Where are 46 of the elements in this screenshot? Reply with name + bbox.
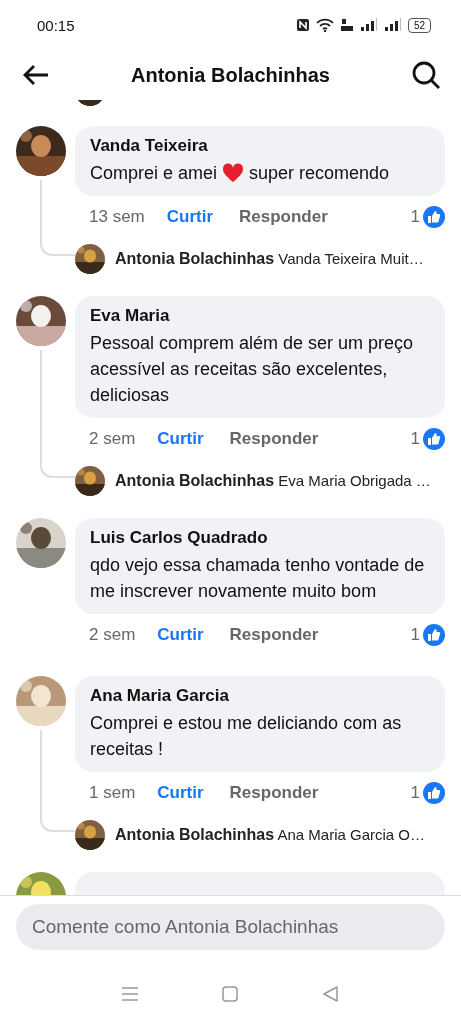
like-link[interactable]: Curtir xyxy=(157,783,204,804)
like-link[interactable]: Curtir xyxy=(157,625,204,646)
reply-link[interactable]: Responder xyxy=(229,625,319,646)
search-icon[interactable] xyxy=(411,60,441,90)
comment-author: Vanda Teixeira xyxy=(90,136,209,157)
reply-link[interactable]: Responder xyxy=(239,207,328,228)
back-arrow-icon[interactable] xyxy=(22,63,50,87)
signal-icon xyxy=(383,18,402,32)
back-triangle-icon[interactable] xyxy=(321,985,340,1003)
comment-time: 2 sem xyxy=(89,429,136,450)
comment-time: 13 sem xyxy=(89,207,145,228)
comment-text: Comprei e estou me deliciando com as receitas ! xyxy=(90,712,403,762)
comment-text: Comprei e amei xyxy=(90,162,218,186)
comment-input[interactable]: Comente como Antonia Bolachinhas xyxy=(16,904,445,950)
reply-preview[interactable]: Antonia Bolachinhas Vanda Teixeira Muit… xyxy=(115,250,424,269)
nfc-icon xyxy=(295,18,310,32)
reaction-count: 1 xyxy=(410,625,420,646)
comment-author: Ana Maria Garcia xyxy=(90,686,230,707)
thumbs-up-icon xyxy=(423,428,445,451)
thumbs-up-icon xyxy=(423,624,445,647)
reaction-count: 1 xyxy=(410,783,420,804)
signal-icon xyxy=(359,18,378,32)
comment-text: Pessoal comprem além de ser um preço acessível as receitas são excelentes, deliciosas xyxy=(90,332,415,408)
comment-author: Eva Maria xyxy=(90,306,171,327)
comment-time: 1 sem xyxy=(89,783,136,804)
page-title: Antonia Bolachinhas xyxy=(131,63,330,87)
like-link[interactable]: Curtir xyxy=(166,207,214,228)
reply-preview[interactable]: Antonia Bolachinhas Ana Maria Garcia O… xyxy=(115,826,425,845)
home-square-icon[interactable] xyxy=(221,985,240,1003)
comment-time: 2 sem xyxy=(89,625,136,646)
thumbs-up-icon xyxy=(423,782,445,805)
battery-indicator: 52 xyxy=(407,17,431,33)
reply-link[interactable]: Responder xyxy=(229,429,319,450)
thumbs-up-icon xyxy=(423,206,445,229)
reply-link[interactable]: Responder xyxy=(229,783,319,804)
reply-preview[interactable]: Antonia Bolachinhas Eva Maria Obrigada … xyxy=(115,472,431,491)
like-link[interactable]: Curtir xyxy=(157,429,204,450)
wifi-icon xyxy=(315,18,334,32)
clock: 00:15 xyxy=(37,16,75,34)
comment-text: qdo vejo essa chamada tenho vontade de me inscrever novamente muito bom xyxy=(90,554,426,604)
reaction-count: 1 xyxy=(410,429,420,450)
reaction-count: 1 xyxy=(410,207,420,228)
comment-author: Luis Carlos Quadrado xyxy=(90,528,269,549)
comment-text: super recomendo xyxy=(249,162,390,186)
volte-icon xyxy=(339,18,354,32)
menu-icon[interactable] xyxy=(121,986,140,1002)
